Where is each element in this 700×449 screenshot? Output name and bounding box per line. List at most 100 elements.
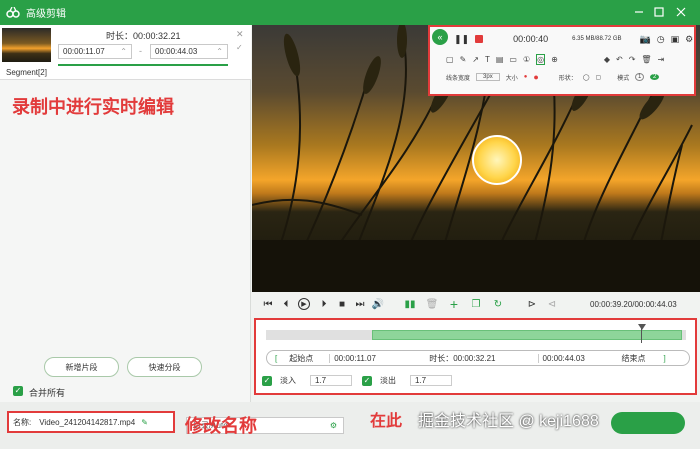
name-label: 名称: [13,417,32,427]
stop-icon[interactable]: ■ [336,298,348,310]
collapse-toolbar-icon[interactable]: « [432,29,448,45]
fade-in-input[interactable]: 1.7 [310,375,352,386]
fade-row: ✓ 淡入 1.7 ✓ 淡出 1.7 [262,373,452,388]
end-time-input[interactable]: 00:00:44.03 [537,353,600,363]
merge-checkbox[interactable]: ✓ [13,386,23,396]
split-icon[interactable]: ▮▮ [404,298,416,310]
reset-icon[interactable]: ↻ [492,298,504,310]
spotlight-tool-icon[interactable]: ⊕ [551,55,558,64]
end-label: 结束点 [621,353,646,363]
camera-icon[interactable]: 📷 [640,34,651,45]
timeline-panel: [ 起始点 00:00:11.07 时长：00:00:32.21 00:00:4… [254,318,697,395]
pause-icon[interactable]: ❚❚ [454,34,469,45]
number-tool-icon[interactable]: ① [523,55,530,64]
image-tool-icon[interactable]: ▤ [496,55,504,64]
play-icon[interactable]: ▶ [298,298,310,310]
segment-thumbnail [2,28,51,62]
maximize-icon[interactable] [651,5,667,19]
annotation-realtime-edit: 录制中进行实时编辑 [12,97,174,117]
shape-circle-icon[interactable]: ◯ [583,74,590,81]
merge-label: 合并所有 [29,388,66,398]
copy-icon[interactable]: ❐ [470,298,482,310]
fade-in-checkbox[interactable]: ✓ [262,375,272,386]
set-end-icon[interactable]: ⊲ [546,298,558,310]
mode-label: 模式 [617,75,630,82]
rect-tool-icon[interactable]: ▢ [446,55,454,64]
new-segment-button[interactable]: 新增片段 [44,357,119,377]
path-settings-icon[interactable]: ⚙ [330,421,337,430]
arrow-tool-icon[interactable]: ↗ [472,55,479,64]
export-button[interactable] [611,412,685,434]
fade-out-label: 淡出 [380,376,396,385]
segment-check-icon[interactable]: ✓ [236,43,243,52]
step-back-icon[interactable]: ⏴ [280,298,292,310]
clear-icon[interactable]: 🗑 [641,55,651,64]
segment-duration: 时长：00:00:32.21 [106,31,181,41]
stop-record-icon[interactable] [475,35,484,43]
fade-out-checkbox[interactable]: ✓ [362,375,372,386]
shape-label: 形状： [558,75,577,82]
app-logo-icon [6,6,20,20]
segment-panel: 时长：00:00:32.21 00:00:11.07 ⌃ - 00:00:44.0… [0,25,251,402]
skip-start-icon[interactable]: ⏮ [262,298,274,310]
timeline-selection[interactable] [372,330,682,340]
skip-end-icon[interactable]: ⏭ [354,298,366,310]
schedule-icon[interactable]: ◷ [657,34,665,45]
undo-icon[interactable]: ↶ [616,55,623,64]
annotation-timeline: 在此 [370,413,403,430]
title-bar: 高级剪辑 [0,0,700,25]
close-icon[interactable] [673,5,689,19]
segment-progress [58,64,228,66]
edit-name-icon[interactable]: ✎ [141,418,148,427]
watermark: 掘金技术社区 @ keji1688 [418,413,599,430]
record-size: 6.35 MB/88.72 GB [572,36,622,42]
segment-label: Segment[2] [6,68,47,77]
segment-start-input[interactable]: 00:00:11.07 ⌃ [58,44,132,59]
mode-2-button[interactable]: 2 [650,74,660,80]
start-bracket-icon[interactable]: [ [275,354,277,363]
range-dash: - [139,46,142,56]
playhead-icon[interactable] [638,324,646,330]
highlight-tool-icon[interactable]: ◎ [536,53,546,65]
segment-end-input[interactable]: 00:00:44.03 ⌃ [150,44,228,59]
set-start-icon[interactable]: ⊳ [526,298,538,310]
segment-card[interactable]: 时长：00:00:32.21 00:00:11.07 ⌃ - 00:00:44.0… [0,25,251,80]
playhead-line [641,328,642,343]
text-tool-icon[interactable]: T [485,55,490,64]
player-controls: ⏮ ⏴ ▶ ⏵ ■ ⏭ 🔊 ▮▮ 🗑 + ❐ ↻ ⊳ ⊲ 00:00:39.20… [252,292,700,318]
settings-icon[interactable]: ⚙ [685,34,693,45]
window-title: 高级剪辑 [26,9,66,20]
volume-icon[interactable]: 🔊 [372,298,384,310]
quick-split-button[interactable]: 快速分段 [127,357,202,377]
player-time: 00:00:39.20/00:00:44.03 [590,300,677,309]
delete-segment-icon[interactable]: ✕ [236,29,244,40]
fade-out-input[interactable]: 1.7 [410,375,452,386]
dot-small-icon[interactable]: ● [524,74,528,80]
size-label: 大小 [505,75,518,82]
exit-draw-icon[interactable]: ⇥ [658,55,665,64]
recording-toolbar: « ❚❚ 00:00:40 6.35 MB/88.72 GB 📷 ◷ ▣ ⚙ ▢… [428,25,696,96]
eraser-icon[interactable]: ◆ [604,55,610,64]
start-label: 起始点 [289,353,314,363]
step-forward-icon[interactable]: ⏵ [318,298,330,310]
file-name-value[interactable]: Video_241204142817.mp4 [39,418,135,427]
redo-icon[interactable]: ↷ [629,55,636,64]
file-name-field[interactable]: 名称: Video_241204142817.mp4 ✎ [7,411,175,433]
delete-icon[interactable]: 🗑 [426,298,439,310]
trim-row: [ 起始点 00:00:11.07 时长：00:00:32.21 00:00:4… [266,350,690,366]
add-icon[interactable]: + [448,296,460,312]
cursor-highlight [472,135,522,185]
mode-1-button[interactable]: 1 [635,73,645,81]
record-timer: 00:00:40 [513,34,549,44]
minimize-icon[interactable] [631,5,647,19]
callout-tool-icon[interactable]: ▭ [509,55,517,64]
shape-square-icon[interactable]: ▢ [596,74,602,81]
fade-in-label: 淡入 [280,376,296,385]
line-width-select[interactable]: 3px [476,73,500,81]
annotation-rename: 修改名称 [185,416,257,436]
toolbox-icon[interactable]: ▣ [671,34,680,45]
pen-tool-icon[interactable]: ✎ [460,55,467,64]
end-bracket-icon[interactable]: ] [664,354,666,363]
start-time-input[interactable]: 00:00:11.07 [329,353,395,363]
dot-large-icon[interactable]: ● [533,72,538,82]
